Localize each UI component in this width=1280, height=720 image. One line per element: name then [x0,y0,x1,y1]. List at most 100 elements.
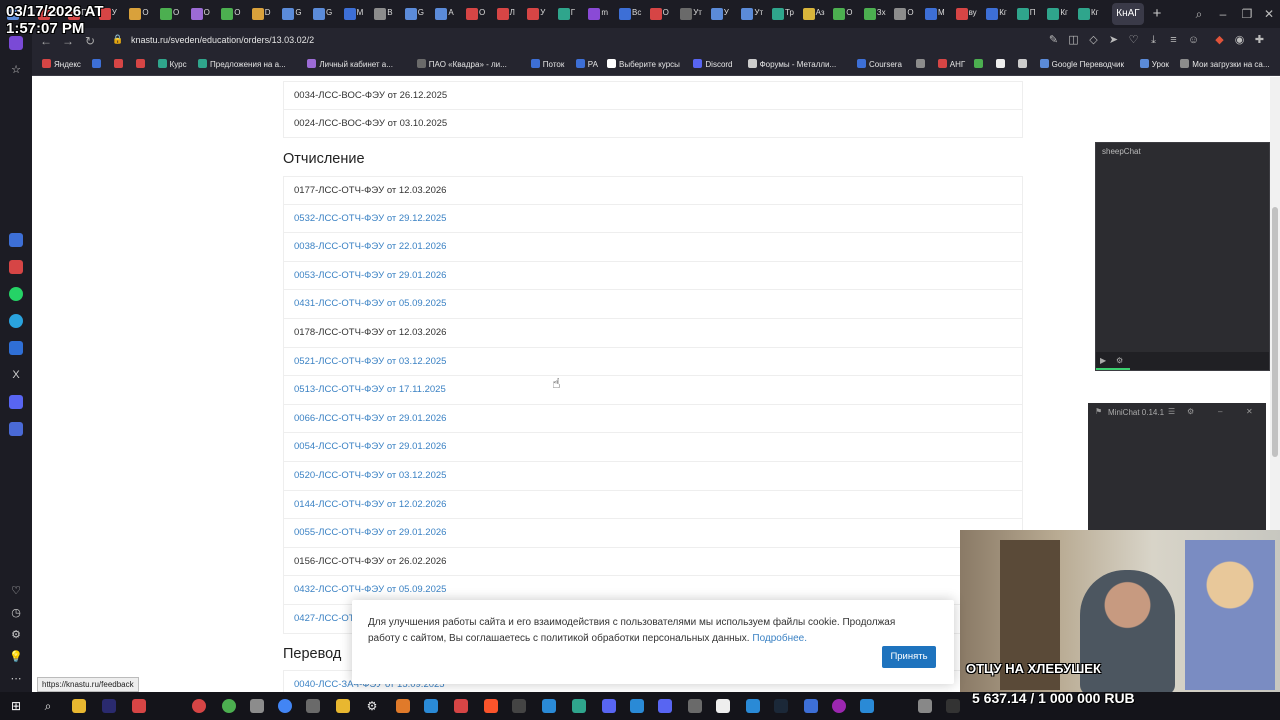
browser-tab[interactable]: О [157,4,179,24]
app-blue4-icon[interactable] [804,699,818,713]
bookmark-item[interactable]: Предложения на а... [198,59,286,69]
order-row[interactable]: 0513-ЛСС-ОТЧ-ФЭУ от 17.11.2025 [283,376,1023,405]
browser-tab[interactable]: О [126,4,149,24]
app-orange-icon[interactable] [396,699,410,713]
browser-tab[interactable]: О [463,4,485,24]
edit-icon[interactable]: ✎ [1046,33,1061,48]
search-tabs-icon[interactable]: ⌕ [1190,5,1208,23]
video-icon[interactable]: ▶ [1100,356,1110,366]
bookmark-item[interactable]: Поток [530,59,564,69]
browser-tab[interactable]: ву [953,4,977,24]
history-icon[interactable]: ◷ [9,606,23,620]
app-green-icon[interactable] [222,699,236,713]
browser-tab[interactable]: Ут [677,4,702,24]
discord-icon[interactable] [9,395,23,409]
browser-tab[interactable]: П [1014,4,1036,24]
app-yellow-icon[interactable] [336,699,350,713]
settings-icon[interactable]: ⚙ [9,628,23,642]
notepad-icon[interactable] [250,699,264,713]
browser-tab[interactable]: Г [555,4,575,24]
gear-icon[interactable]: ⚙ [1187,407,1197,417]
tab-active[interactable]: КнАГ [1112,3,1144,25]
order-row[interactable]: 0038-ЛСС-ОТЧ-ФЭУ от 22.01.2026 [283,233,1023,262]
order-row[interactable]: 0431-ЛСС-ОТЧ-ФЭУ от 05.09.2025 [283,290,1023,319]
cookie-more-link[interactable]: Подробнее. [752,633,807,644]
order-row[interactable]: 0053-ЛСС-ОТЧ-ФЭУ от 29.01.2026 [283,261,1023,291]
extension-globe-icon[interactable]: ◉ [1232,33,1247,48]
bookmark-item[interactable] [91,59,104,69]
bookmark-item[interactable]: АНГ [937,59,965,69]
browser-tab[interactable]: О [891,4,914,24]
brave-icon[interactable] [484,699,498,713]
bookmark-item[interactable] [113,59,126,69]
new-tab-button[interactable]: + [1148,5,1166,23]
bookmark-item[interactable]: Выберите курсы [607,59,680,69]
browser-tab[interactable]: А [432,4,454,24]
bookmark-item[interactable]: Яндекс [42,59,81,69]
minimize-icon[interactable]: – [1218,407,1228,417]
photos-icon[interactable] [746,699,760,713]
shield-icon[interactable]: ◇ [1086,33,1101,48]
explorer-icon[interactable] [72,699,86,713]
bookmark-item[interactable] [135,59,148,69]
bookmark-item[interactable]: Личный кабинет а... [307,59,393,69]
telegram-icon[interactable] [9,314,23,328]
browser-tab[interactable]: О [830,4,852,24]
browser-tab[interactable]: G [402,4,424,24]
browser-tab[interactable]: Л [494,4,515,24]
scrollbar-thumb[interactable] [1272,207,1278,457]
browser-tab[interactable]: Зх [861,4,886,24]
send-icon[interactable]: ➤ [1106,33,1121,48]
bookmark-item[interactable]: Google Переводчик [1039,59,1124,69]
browser-tab[interactable]: D [249,4,271,24]
more-icon[interactable]: ⋯ [9,672,23,686]
minimize-button[interactable]: – [1214,5,1232,23]
browser-tab[interactable]: У [524,4,545,24]
player-icon[interactable] [946,699,960,713]
app-grey2-icon[interactable] [688,699,702,713]
order-row[interactable]: 0054-ЛСС-ОТЧ-ФЭУ от 29.01.2026 [283,433,1023,462]
close-window-button[interactable]: ✕ [1260,5,1278,23]
file-icon[interactable] [716,699,730,713]
app-blue2-icon[interactable] [542,699,556,713]
bookmark-item[interactable] [973,59,986,69]
bookmark-item[interactable]: Курс [157,59,187,69]
url-field[interactable]: knastu.ru/sveden/education/orders/13.03.… [131,35,314,45]
order-row[interactable]: 0144-ЛСС-ОТЧ-ФЭУ от 12.02.2026 [283,490,1023,520]
yandex-icon[interactable] [132,699,146,713]
browser-tab[interactable]: О [647,4,669,24]
gmail-icon[interactable] [9,260,23,274]
app-blue3-icon[interactable] [630,699,644,713]
extension-puzzle-icon[interactable]: ✚ [1252,33,1267,48]
app-icon-2[interactable] [9,422,23,436]
browser-tab[interactable]: Ут [738,4,763,24]
list-icon[interactable]: ☰ [1168,407,1178,417]
steam-icon[interactable] [774,699,788,713]
app-icon-1[interactable] [9,233,23,247]
obs-icon[interactable] [512,699,526,713]
search-icon[interactable]: ⌕ [40,698,56,714]
browser-tab[interactable]: G [279,4,302,24]
discord-taskbar-icon[interactable] [658,699,672,713]
x-icon[interactable]: X [9,368,23,382]
pdf-icon[interactable] [454,699,468,713]
bookmark-item[interactable]: Урок [1139,59,1169,69]
browser-tab[interactable]: У [708,4,729,24]
profile-icon[interactable]: ☺ [1186,33,1201,48]
chrome-icon[interactable] [278,699,292,713]
bookmark-item[interactable]: Coursera [857,59,902,69]
settings-icon[interactable]: ⚙ [364,698,380,714]
app-grey-icon[interactable] [306,699,320,713]
browser-tab[interactable]: О [188,4,210,24]
bookmark-item[interactable] [995,59,1008,69]
order-row[interactable]: 0066-ЛСС-ОТЧ-ФЭУ от 29.01.2026 [283,404,1023,434]
browser-tab[interactable]: О [218,4,240,24]
bookmark-item[interactable] [1017,59,1030,69]
browser-tab[interactable]: В [371,4,393,24]
order-row[interactable]: 0532-ЛСС-ОТЧ-ФЭУ от 29.12.2025 [283,204,1023,234]
settings-icon[interactable]: ⚙ [1116,356,1126,366]
browser-tab[interactable]: G [310,4,332,24]
bookmark-item[interactable]: Мои загрузки на са... [1180,59,1270,69]
app-purple-icon[interactable] [832,699,846,713]
heart-icon[interactable]: ♡ [9,584,23,598]
